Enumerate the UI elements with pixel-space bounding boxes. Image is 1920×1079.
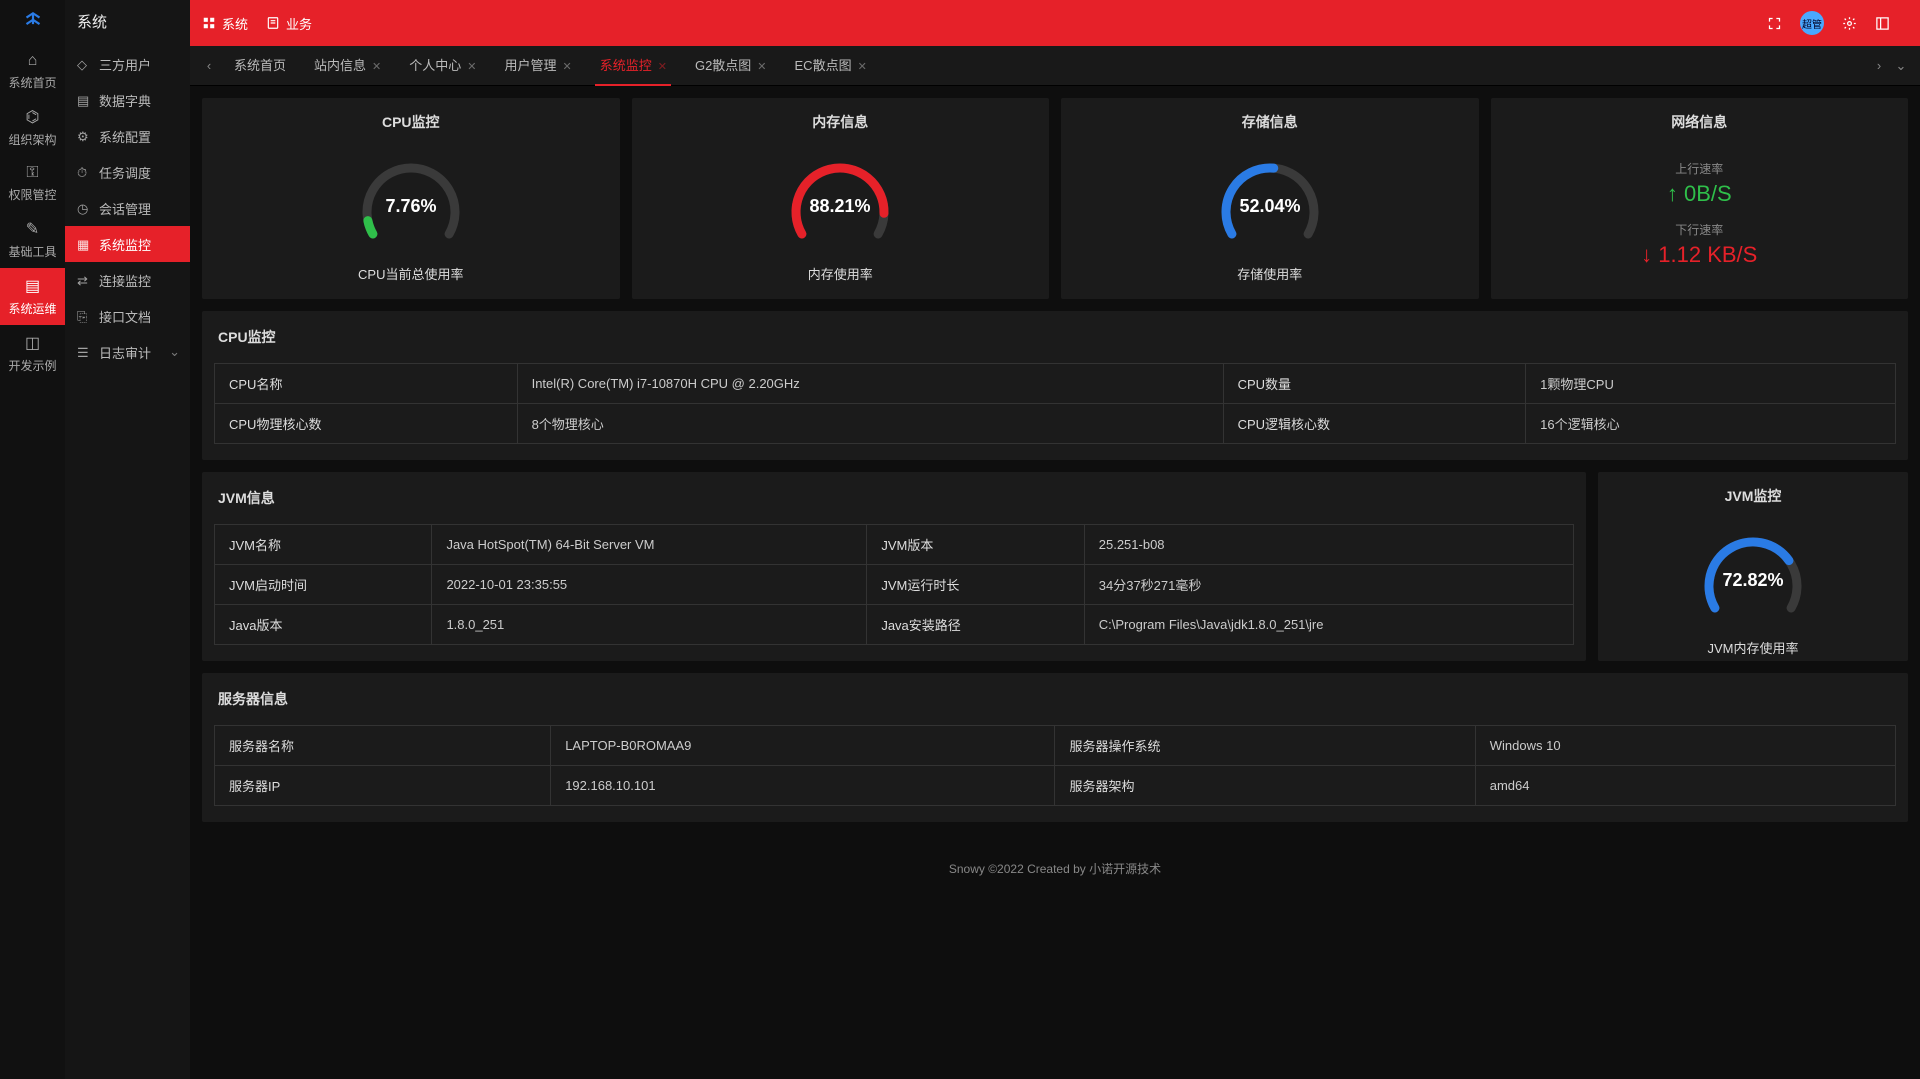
- gauge-svg: 72.82%: [1693, 526, 1813, 626]
- rail-item-4[interactable]: ▤系统运维: [0, 268, 65, 325]
- topbar: 系统 业务 超管: [190, 0, 1920, 46]
- rail-icon: ▤: [0, 276, 65, 296]
- rail-icon: ◫: [0, 333, 65, 353]
- sidebar: 系统 ◇三方用户▤数据字典⚙系统配置⏱任务调度◷会话管理▦系统监控⇄连接监控⎘接…: [65, 0, 190, 1079]
- jvm-table: JVM名称Java HotSpot(TM) 64-Bit Server VMJV…: [214, 524, 1574, 645]
- menu-icon: ☰: [77, 345, 91, 359]
- table-row: CPU名称Intel(R) Core(TM) i7-10870H CPU @ 2…: [215, 364, 1896, 404]
- menu-item-0[interactable]: ◇三方用户: [65, 46, 190, 82]
- gauge-mem: 内存信息 88.21% 内存使用率: [632, 98, 1050, 299]
- net-up-value: ↑ 0B/S: [1491, 181, 1909, 207]
- tab-5[interactable]: G2散点图✕: [681, 46, 781, 86]
- rail-icon: ⌬: [0, 107, 65, 127]
- menu-item-3[interactable]: ⏱任务调度: [65, 154, 190, 190]
- gauge-value: 52.04%: [1239, 196, 1300, 216]
- rail-item-2[interactable]: ⚿权限管控: [0, 156, 65, 211]
- tab-2[interactable]: 个人中心✕: [395, 46, 490, 86]
- table-row: 服务器IP192.168.10.101服务器架构amd64: [215, 766, 1896, 806]
- gear-icon[interactable]: [1842, 16, 1857, 31]
- close-icon[interactable]: ✕: [757, 61, 766, 73]
- footer: Snowy ©2022 Created by 小诺开源技术: [202, 834, 1908, 917]
- gauge-value: 7.76%: [385, 196, 436, 216]
- net-card: 网络信息 上行速率 ↑ 0B/S 下行速率 ↓ 1.12 KB/S: [1491, 98, 1909, 299]
- gauge-svg: 88.21%: [780, 152, 900, 252]
- tabs-prev[interactable]: ‹: [198, 58, 220, 73]
- close-icon[interactable]: ✕: [467, 61, 476, 73]
- close-icon[interactable]: ✕: [372, 61, 381, 73]
- table-row: CPU物理核心数8个物理核心CPU逻辑核心数16个逻辑核心: [215, 404, 1896, 444]
- tabs-menu[interactable]: ⌄: [1890, 58, 1912, 74]
- rail-icon: ⚿: [0, 164, 65, 182]
- gauge-svg: 7.76%: [351, 152, 471, 252]
- close-icon[interactable]: ✕: [658, 61, 667, 73]
- table-row: 服务器名称LAPTOP-B0ROMAA9服务器操作系统Windows 10: [215, 726, 1896, 766]
- srv-table: 服务器名称LAPTOP-B0ROMAA9服务器操作系统Windows 10服务器…: [214, 725, 1896, 806]
- gauge-cpu: CPU监控 7.76% CPU当前总使用率: [202, 98, 620, 299]
- menu-item-2[interactable]: ⚙系统配置: [65, 118, 190, 154]
- rail-item-0[interactable]: ⌂系统首页: [0, 44, 65, 99]
- layout-icon[interactable]: [1875, 16, 1890, 31]
- tabs-bar: ‹ 系统首页站内信息✕个人中心✕用户管理✕系统监控✕G2散点图✕EC散点图✕ ›…: [190, 46, 1920, 86]
- rail-item-1[interactable]: ⌬组织架构: [0, 99, 65, 156]
- table-row: Java版本1.8.0_251Java安装路径C:\Program Files\…: [215, 605, 1574, 645]
- menu-icon: ▤: [77, 93, 91, 107]
- rail-icon: ⌂: [0, 52, 65, 70]
- menu-icon: ⎘: [77, 309, 91, 323]
- tabs-next[interactable]: ›: [1868, 58, 1890, 73]
- close-icon[interactable]: ✕: [563, 61, 572, 73]
- net-down-value: ↓ 1.12 KB/S: [1491, 242, 1909, 268]
- tab-1[interactable]: 站内信息✕: [300, 46, 395, 86]
- gauge-svg: 52.04%: [1210, 152, 1330, 252]
- close-icon[interactable]: ✕: [858, 61, 867, 73]
- gauge-jvm: JVM监控 72.82% JVM内存使用率: [1598, 472, 1908, 661]
- rail-item-3[interactable]: ✎基础工具: [0, 211, 65, 268]
- menu-item-4[interactable]: ◷会话管理: [65, 190, 190, 226]
- menu-icon: ◇: [77, 57, 91, 71]
- menu-icon: ⚙: [77, 129, 91, 143]
- tab-0[interactable]: 系统首页: [220, 46, 300, 86]
- doc-icon: [266, 16, 280, 30]
- gauge-value: 88.21%: [810, 196, 871, 216]
- topnav-biz[interactable]: 业务: [266, 14, 312, 33]
- menu-item-8[interactable]: ☰日志审计: [65, 334, 190, 370]
- table-row: JVM启动时间2022-10-01 23:35:55JVM运行时长34分37秒2…: [215, 565, 1574, 605]
- menu-item-1[interactable]: ▤数据字典: [65, 82, 190, 118]
- fullscreen-icon[interactable]: [1767, 16, 1782, 31]
- cpu-table: CPU名称Intel(R) Core(TM) i7-10870H CPU @ 2…: [214, 363, 1896, 444]
- table-row: JVM名称Java HotSpot(TM) 64-Bit Server VMJV…: [215, 525, 1574, 565]
- rail-icon: ✎: [0, 219, 65, 239]
- rail-item-5[interactable]: ◫开发示例: [0, 325, 65, 382]
- avatar[interactable]: 超管: [1800, 11, 1824, 35]
- nav-rail: ⌂系统首页⌬组织架构⚿权限管控✎基础工具▤系统运维◫开发示例: [0, 0, 65, 1079]
- menu-icon: ⇄: [77, 273, 91, 287]
- jvm-panel: JVM信息 JVM名称Java HotSpot(TM) 64-Bit Serve…: [202, 472, 1586, 661]
- tab-4[interactable]: 系统监控✕: [586, 46, 681, 86]
- menu-item-7[interactable]: ⎘接口文档: [65, 298, 190, 334]
- topnav-system[interactable]: 系统: [202, 14, 248, 33]
- workspace: CPU监控 7.76% CPU当前总使用率 内存信息 88.21% 内存使用率 …: [190, 86, 1920, 1079]
- menu-icon: ▦: [77, 237, 91, 251]
- server-panel: 服务器信息 服务器名称LAPTOP-B0ROMAA9服务器操作系统Windows…: [202, 673, 1908, 822]
- tab-3[interactable]: 用户管理✕: [490, 46, 585, 86]
- logo-icon: [20, 8, 46, 38]
- menu-icon: ◷: [77, 201, 91, 215]
- sidebar-title: 系统: [65, 0, 190, 46]
- grid-icon: [202, 16, 216, 30]
- cpu-panel: CPU监控 CPU名称Intel(R) Core(TM) i7-10870H C…: [202, 311, 1908, 460]
- menu-item-6[interactable]: ⇄连接监控: [65, 262, 190, 298]
- gauge-value: 72.82%: [1722, 570, 1783, 590]
- gauge-disk: 存储信息 52.04% 存储使用率: [1061, 98, 1479, 299]
- tab-6[interactable]: EC散点图✕: [781, 46, 881, 86]
- menu-icon: ⏱: [77, 165, 91, 179]
- menu-item-5[interactable]: ▦系统监控: [65, 226, 190, 262]
